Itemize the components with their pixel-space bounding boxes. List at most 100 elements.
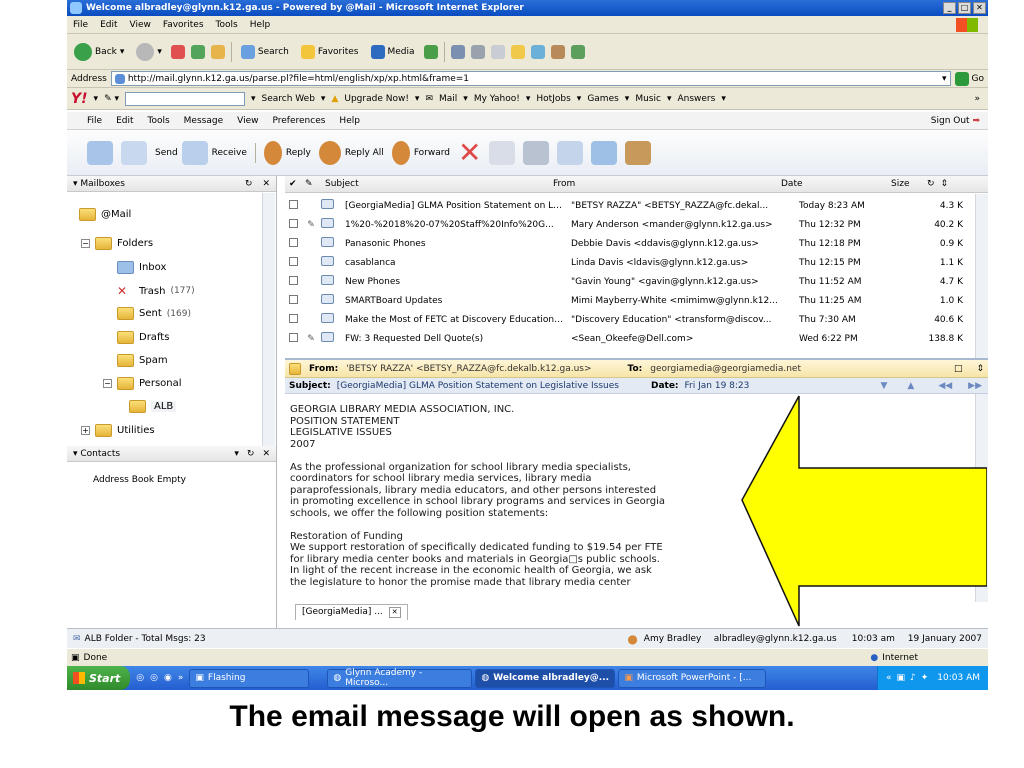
favorites-button[interactable]: Favorites: [298, 43, 362, 61]
refresh-icon[interactable]: [190, 44, 205, 59]
preview-to[interactable]: georgiamedia@georgiamedia.net: [650, 364, 801, 374]
messenger-icon[interactable]: [530, 44, 545, 59]
search-button[interactable]: Search: [238, 43, 292, 61]
sign-out-link[interactable]: Sign Out ➡: [931, 116, 980, 126]
games-button[interactable]: Games: [587, 94, 618, 104]
preview-from[interactable]: 'BETSY RAZZA' <BETSY_RAZZA@fc.dekalb.k12…: [346, 364, 591, 374]
ie-menu-tools[interactable]: Tools: [216, 20, 238, 30]
home-icon[interactable]: [210, 44, 225, 59]
folder-trash[interactable]: ✕ Trash (177): [117, 284, 195, 298]
history-icon[interactable]: [423, 44, 438, 59]
preview-tab[interactable]: [GeorgiaMedia] ... ✕: [295, 604, 408, 620]
ie-menu-help[interactable]: Help: [250, 20, 271, 30]
column-size[interactable]: Size: [891, 179, 921, 189]
select-all-check-icon[interactable]: ✔: [289, 179, 305, 189]
message-row[interactable]: New Phones "Gavin Young" <gavin@glynn.k12…: [285, 272, 975, 291]
refresh-list-icon[interactable]: ↻: [927, 179, 935, 189]
yahoo-search-dropdown[interactable]: ▾: [251, 94, 256, 104]
message-row[interactable]: casablanca Linda Davis <ldavis@glynn.k12.…: [285, 253, 975, 272]
yahoo-search-input[interactable]: [124, 91, 245, 106]
task-powerpoint[interactable]: ▣ Microsoft PowerPoint - [...: [618, 668, 767, 688]
forward-nav-button[interactable]: ▾: [133, 41, 165, 63]
folder-personal[interactable]: − Personal: [103, 377, 182, 390]
search-web-button[interactable]: Search Web: [262, 94, 315, 104]
folder-utilities[interactable]: + Utilities: [81, 424, 155, 437]
music-button[interactable]: Music: [635, 94, 661, 104]
column-date[interactable]: Date: [781, 179, 891, 189]
folder-alb[interactable]: ALB: [129, 400, 177, 413]
quicklaunch-icon[interactable]: ◎: [136, 673, 144, 683]
column-from[interactable]: From: [553, 179, 781, 189]
column-subject[interactable]: Subject: [325, 179, 553, 189]
message-row[interactable]: Make the Most of FETC at Discovery Educa…: [285, 310, 975, 329]
print-icon[interactable]: [470, 44, 485, 59]
row-checkbox[interactable]: [289, 294, 301, 307]
yahoo-logo-icon[interactable]: Y!: [71, 91, 88, 107]
collapse-down-icon[interactable]: ▼: [880, 381, 887, 391]
ie-menu-view[interactable]: View: [130, 20, 151, 30]
address-input[interactable]: http://mail.glynn.k12.ga.us/parse.pl?fil…: [110, 71, 951, 86]
security-icon[interactable]: ✦: [921, 673, 929, 683]
maximize-button[interactable]: □: [958, 2, 971, 14]
row-checkbox[interactable]: [289, 199, 301, 212]
research-icon[interactable]: [550, 44, 565, 59]
contacts-icon[interactable]: [625, 140, 652, 165]
task-welcome[interactable]: ◍ Welcome albradley@...: [475, 668, 616, 688]
collapse-toggle-icon[interactable]: −: [103, 379, 112, 388]
app-menu-preferences[interactable]: Preferences: [272, 116, 325, 126]
network-icon[interactable]: ▣: [896, 673, 905, 683]
ie-menu-favorites[interactable]: Favorites: [163, 20, 204, 30]
row-checkbox[interactable]: [289, 218, 301, 231]
media-quicklaunch-icon[interactable]: ◉: [164, 673, 172, 683]
app-menu-file[interactable]: File: [87, 116, 102, 126]
app-menu-view[interactable]: View: [237, 116, 258, 126]
app-menu-tools[interactable]: Tools: [148, 116, 170, 126]
hotjobs-button[interactable]: HotJobs: [536, 94, 570, 104]
ie-menu-edit[interactable]: Edit: [100, 20, 117, 30]
reply-all-button[interactable]: Reply All: [318, 140, 384, 165]
folder-icon[interactable]: [510, 44, 525, 59]
clock[interactable]: 10:03 AM: [937, 673, 980, 683]
address-dropdown-icon[interactable]: ▾: [939, 74, 950, 84]
tray-expand-icon[interactable]: «: [886, 673, 892, 683]
preview-window-icon[interactable]: □: [954, 364, 963, 374]
my-yahoo-button[interactable]: My Yahoo!: [474, 94, 520, 104]
more-quicklaunch-icon[interactable]: »: [178, 673, 184, 683]
upgrade-button[interactable]: Upgrade Now!: [344, 94, 409, 104]
close-contacts-icon[interactable]: ✕: [262, 449, 270, 459]
media-button[interactable]: Media: [368, 43, 418, 61]
close-tab-icon[interactable]: ✕: [388, 607, 401, 618]
message-row[interactable]: [GeorgiaMedia] GLMA Position Statement o…: [285, 196, 975, 215]
row-checkbox[interactable]: [289, 237, 301, 250]
send-receive-button[interactable]: Send Receive: [155, 140, 247, 165]
folder-spam[interactable]: Spam: [117, 354, 168, 367]
message-row[interactable]: ✎ 1%20-%2018%20-07%20Staff%20Info%20G... M…: [285, 215, 975, 234]
start-button[interactable]: Start: [67, 666, 131, 690]
expand-toggle-icon[interactable]: +: [81, 426, 90, 435]
app-menu-help[interactable]: Help: [339, 116, 360, 126]
print-message-icon[interactable]: [523, 140, 550, 165]
folders-node[interactable]: − Folders: [81, 237, 153, 250]
compose-icon[interactable]: [87, 140, 113, 165]
delete-icon[interactable]: ✕: [458, 136, 481, 169]
message-row[interactable]: ✎ FW: 3 Requested Dell Quote(s) <Sean_Okee…: [285, 329, 975, 348]
back-button[interactable]: Back ▾: [71, 41, 127, 63]
preview-sort-icon[interactable]: ⇕: [976, 364, 984, 374]
edit-icon[interactable]: [490, 44, 505, 59]
attachment-column-icon[interactable]: ✎: [305, 179, 325, 189]
reply-button[interactable]: Reply: [263, 140, 311, 165]
refresh-mailboxes-icon[interactable]: ↻: [245, 179, 253, 189]
folder-inbox[interactable]: Inbox: [117, 261, 166, 274]
forward-button[interactable]: Forward: [391, 140, 450, 165]
chevron-more-icon[interactable]: »: [974, 94, 980, 104]
volume-icon[interactable]: ♪: [910, 673, 916, 683]
row-checkbox[interactable]: [289, 332, 301, 345]
sort-icon[interactable]: ⇕: [941, 179, 949, 189]
collapse-toggle-icon[interactable]: −: [81, 239, 90, 248]
task-glynn-academy[interactable]: ◍ Glynn Academy - Microso...: [327, 668, 473, 688]
row-checkbox[interactable]: [289, 313, 301, 326]
collapse-up-icon[interactable]: ▲: [907, 381, 914, 391]
refresh-contacts-icon[interactable]: ↻: [247, 449, 255, 459]
folder-sent[interactable]: Sent (169): [117, 307, 191, 320]
close-mailboxes-icon[interactable]: ✕: [262, 179, 270, 189]
